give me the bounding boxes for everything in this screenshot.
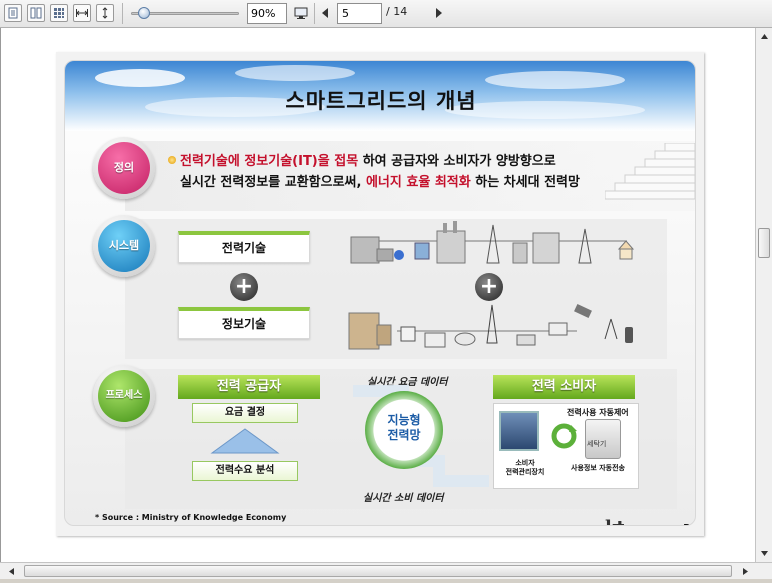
fit-height-icon [102, 7, 108, 19]
horizontal-scroll-thumb[interactable] [24, 565, 732, 577]
up-arrow-icon [210, 428, 280, 454]
single-page-icon [8, 7, 18, 19]
fit-width-button[interactable] [73, 4, 91, 22]
realtime-consumption-label: 실시간 소비 데이터 [363, 493, 444, 504]
grid-icon [54, 8, 64, 18]
slide-frame: 스마트그리드의 개념 정의 전력기술에 정보기술(IT)을 접목 하여 공급자와… [64, 60, 696, 526]
usage-control-label: 전력사용 자동제어 [567, 408, 629, 417]
page-total-label: / 14 [386, 5, 408, 18]
monitor-icon [294, 7, 308, 19]
system-badge: 시스템 [93, 215, 155, 277]
kt-logo: kt [605, 517, 625, 525]
scroll-left-icon [9, 568, 14, 575]
demand-analysis-box: 전력수요 분석 [192, 461, 298, 481]
vertical-scroll-thumb[interactable] [758, 228, 770, 258]
thumbnail-view-button[interactable] [50, 4, 68, 22]
fullscreen-button[interactable] [292, 4, 310, 22]
vertical-scrollbar[interactable] [755, 28, 772, 562]
scroll-right-icon [743, 568, 748, 575]
slide-title: 스마트그리드의 개념 [285, 89, 477, 113]
consumer-device-image [499, 411, 539, 451]
plus-icon: + [230, 273, 258, 301]
definition-line-2: 실시간 전력정보를 교환함으로써, 에너지 효율 최적화 하는 차세대 전력망 [180, 172, 580, 193]
next-page-icon[interactable] [436, 8, 442, 18]
source-note: * Source : Ministry of Knowledge Economy [95, 513, 287, 522]
supplier-header: 전력 공급자 [178, 375, 320, 399]
cycle-arrows-icon [551, 423, 577, 449]
process-badge: 프로세스 [93, 365, 155, 427]
page-number-input[interactable]: 5 [337, 3, 382, 24]
toolbar-divider [122, 3, 123, 24]
scroll-down-icon [761, 551, 768, 556]
slide-page-number: 5 [683, 523, 690, 525]
horizontal-scrollbar[interactable] [0, 562, 772, 579]
definition-highlight-1: 전력기술에 정보기술(IT)을 접목 [180, 154, 359, 169]
scroll-up-button[interactable] [757, 29, 772, 44]
it-network-illustration [348, 303, 633, 350]
definition-text-1: 하여 공급자와 소비자가 양방향으로 [358, 154, 556, 169]
definition-badge: 정의 [93, 137, 155, 199]
viewer-toolbar: 90% 5 / 14 [0, 0, 772, 28]
previous-page-icon[interactable] [322, 8, 328, 18]
document-viewport[interactable]: 스마트그리드의 개념 정의 전력기술에 정보기술(IT)을 접목 하여 공급자와… [0, 28, 755, 562]
definition-text-2: 실시간 전력정보를 교환함으로써, [180, 175, 366, 190]
system-badge-label: 시스템 [98, 220, 150, 272]
info-tech-box: 정보기술 [178, 307, 310, 339]
consumer-device-label-line2: 전력관리장치 [505, 468, 545, 476]
usage-info-label: 사용정보 자동전송 [571, 464, 625, 472]
plus-icon: + [475, 273, 503, 301]
definition-highlight-2: 에너지 효율 최적화 [365, 175, 471, 190]
rate-decision-box: 요금 결정 [192, 403, 298, 423]
smart-grid-label: 지능형 전력망 [365, 413, 443, 443]
definition-text-3: 하는 차세대 전력망 [470, 175, 580, 190]
fit-height-button[interactable] [96, 4, 114, 22]
power-grid-illustration [350, 221, 635, 264]
smart-grid-label-line1: 지능형 [387, 413, 421, 427]
two-page-icon [30, 7, 42, 19]
scroll-left-button[interactable] [4, 564, 19, 579]
process-badge-label: 프로세스 [98, 370, 150, 422]
consumer-device-label: 소비자 전력관리장치 [499, 459, 551, 477]
definition-line-1: 전력기술에 정보기술(IT)을 접목 하여 공급자와 소비자가 양방향으로 [168, 151, 556, 172]
fit-width-icon [76, 9, 88, 17]
slide-page: 스마트그리드의 개념 정의 전력기술에 정보기술(IT)을 접목 하여 공급자와… [56, 52, 704, 536]
consumer-device-label-line1: 소비자 [515, 459, 535, 467]
toolbar-divider [314, 3, 315, 24]
bullet-icon [168, 156, 176, 164]
stairs-decoration [605, 143, 695, 200]
consumer-header: 전력 소비자 [493, 375, 635, 399]
power-tech-box: 전력기술 [178, 231, 310, 263]
smart-grid-label-line2: 전력망 [387, 428, 421, 442]
scroll-right-button[interactable] [738, 564, 753, 579]
scroll-up-icon [761, 34, 768, 39]
zoom-input[interactable]: 90% [247, 3, 287, 24]
washer-label: 세탁기 [587, 440, 607, 448]
zoom-slider-handle[interactable] [138, 7, 150, 19]
definition-badge-label: 정의 [98, 142, 150, 194]
single-page-view-button[interactable] [4, 4, 22, 22]
scroll-down-button[interactable] [757, 546, 772, 561]
two-page-view-button[interactable] [27, 4, 45, 22]
